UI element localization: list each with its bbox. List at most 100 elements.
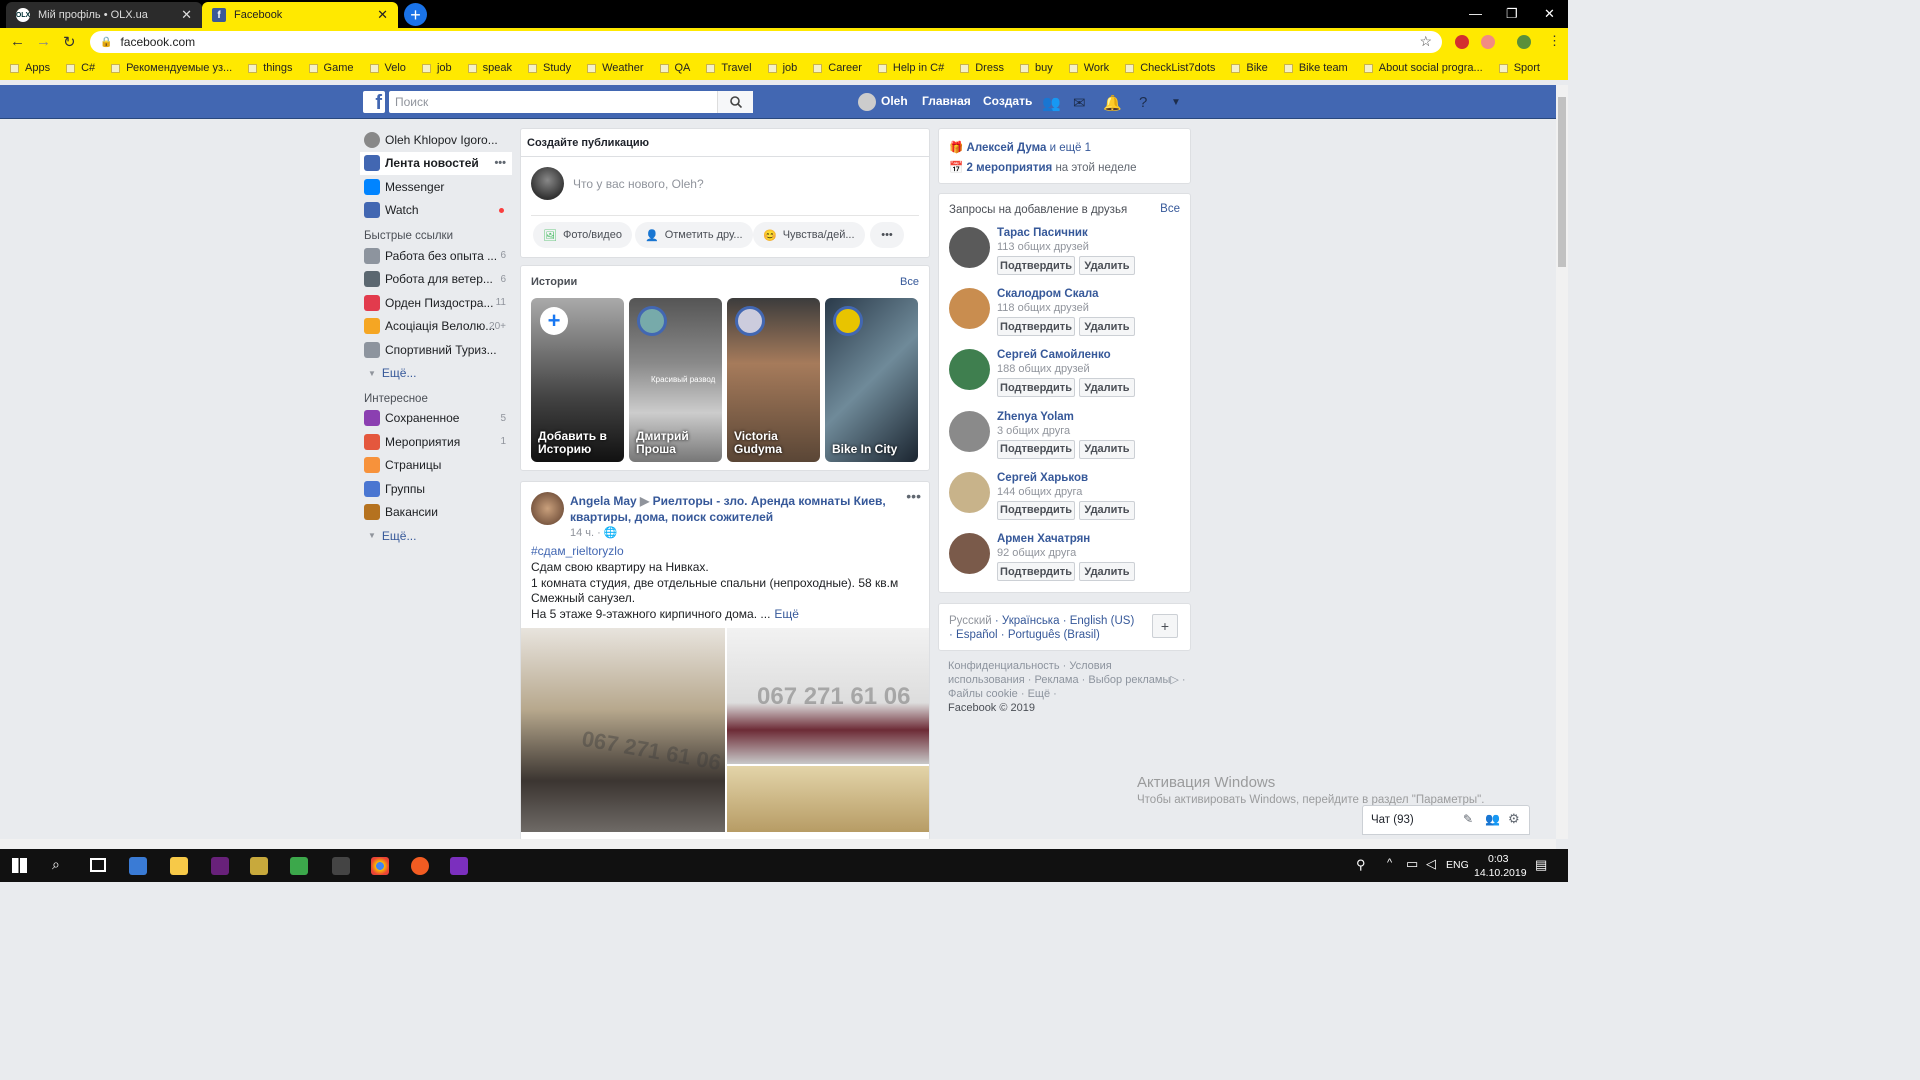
sidebar-item-main-2[interactable]: Watch [360, 199, 512, 223]
close-icon[interactable]: ✕ [377, 7, 388, 23]
bookmark-folder[interactable]: Bike team [1283, 62, 1348, 74]
chat-bar[interactable]: Чат (93) ✎ 👥 ⚙ [1362, 805, 1530, 835]
bookmark-folder[interactable]: job [767, 62, 797, 74]
sidebar-item-explore-0[interactable]: Сохраненное 5 [360, 407, 512, 431]
bookmark-folder[interactable]: C# [66, 62, 95, 74]
confirm-button[interactable]: Подтвердить [997, 562, 1075, 581]
facebook-logo[interactable]: f [363, 91, 385, 113]
avatar[interactable] [949, 533, 990, 574]
add-language-button[interactable]: + [1152, 614, 1178, 638]
maximize-icon[interactable]: ❐ [1506, 6, 1518, 22]
see-more-link[interactable]: Ещё [774, 607, 799, 621]
avatar[interactable] [949, 410, 990, 452]
close-icon[interactable]: ✕ [181, 7, 192, 23]
sidebar-item-main-1[interactable]: Messenger [360, 175, 512, 199]
delete-button[interactable]: Удалить [1079, 562, 1135, 581]
visual-studio-icon[interactable] [211, 857, 229, 875]
delete-button[interactable]: Удалить [1079, 378, 1135, 398]
sidebar-item-shortcut-3[interactable]: Асоціація Велолю... 20+ [360, 315, 512, 339]
file-explorer-icon[interactable] [170, 857, 188, 875]
friend-name[interactable]: Скалодром Скала [997, 288, 1099, 300]
lang-option[interactable]: English (US) [1070, 615, 1135, 627]
bookmark-folder[interactable]: Dress [960, 62, 1004, 74]
bookmark-folder[interactable]: job [421, 62, 452, 74]
search-icon[interactable]: ⌕ [52, 856, 60, 873]
lang-option[interactable]: Українська [1002, 615, 1060, 627]
group-chat-icon[interactable]: 👥 [1485, 812, 1500, 826]
footer-link[interactable]: Реклама [1034, 674, 1078, 686]
bookmark-folder[interactable]: Velo [369, 62, 406, 74]
sidebar-item-explore-2[interactable]: Страницы [360, 454, 512, 478]
app-icon[interactable] [290, 857, 308, 875]
minimize-icon[interactable]: — [1469, 6, 1482, 21]
compose-icon[interactable]: ✎ [1463, 812, 1473, 826]
chevron-up-icon[interactable]: ^ [1387, 857, 1392, 869]
friend-requests-all-link[interactable]: Все [1160, 203, 1180, 215]
bookmark-folder[interactable]: things [248, 62, 293, 74]
bookmark-folder[interactable]: Bike [1231, 62, 1268, 74]
post-photo[interactable] [727, 766, 929, 832]
delete-button[interactable]: Удалить [1079, 256, 1135, 275]
bookmark-folder[interactable]: Career [813, 62, 862, 74]
app-icon[interactable] [450, 857, 468, 875]
post-photo[interactable]: 067 271 61 06 [521, 628, 725, 832]
bookmark-folder[interactable]: QA [659, 62, 690, 74]
delete-button[interactable]: Удалить [1079, 500, 1135, 520]
confirm-button[interactable]: Подтвердить [997, 439, 1075, 459]
bookmark-folder[interactable]: buy [1019, 62, 1053, 74]
sidebar-item-shortcut-1[interactable]: Робота для ветер... 6 [360, 268, 512, 292]
confirm-button[interactable]: Подтвердить [997, 378, 1075, 398]
delete-button[interactable]: Удалить [1079, 317, 1135, 337]
bookmark-folder[interactable]: Travel [706, 62, 752, 74]
story-item[interactable]: Красивый развод Дмитрий Проша [629, 298, 722, 462]
profile-avatar[interactable] [1517, 35, 1531, 49]
sidebar-item-explore-3[interactable]: Группы [360, 477, 512, 501]
volume-icon[interactable]: ◁ [1426, 856, 1436, 872]
stories-all-link[interactable]: Все [900, 276, 919, 288]
page-scrollbar[interactable] [1556, 85, 1568, 839]
bookmark-folder[interactable]: speak [467, 62, 512, 74]
friend-name[interactable]: Армен Хачатрян [997, 533, 1090, 545]
forward-icon[interactable]: → [36, 33, 51, 50]
tab-olx[interactable]: OLX Мій профіль • OLX.ua ✕ [6, 2, 202, 28]
help-icon[interactable]: ? [1139, 94, 1147, 111]
avatar[interactable] [858, 93, 876, 111]
horizontal-scrollbar[interactable] [0, 839, 1556, 849]
create-link[interactable]: Создать [983, 94, 1032, 108]
notifications-icon[interactable]: 🔔 [1103, 94, 1122, 112]
friend-name[interactable]: Сергей Самойленко [997, 349, 1111, 361]
star-icon[interactable]: ☆ [1419, 33, 1432, 50]
avatar[interactable] [949, 288, 990, 330]
post-author[interactable]: Angela May [570, 494, 637, 508]
network-icon[interactable]: ▭ [1406, 856, 1418, 872]
confirm-button[interactable]: Подтвердить [997, 256, 1075, 275]
sidebar-item-shortcut-2[interactable]: Орден Пиздостра... 11 [360, 291, 512, 315]
search-button[interactable] [717, 91, 753, 113]
more-options-icon[interactable]: ••• [494, 157, 506, 169]
apps-bookmark[interactable]: Apps [10, 62, 50, 74]
events-count[interactable]: 2 мероприятия [967, 162, 1053, 174]
bookmark-folder[interactable]: Game [308, 62, 354, 74]
delete-button[interactable]: Удалить [1079, 439, 1135, 459]
bookmark-folder[interactable]: Work [1068, 62, 1109, 74]
chevron-down-icon[interactable]: ▼ [1171, 97, 1181, 108]
friends-icon[interactable]: 👥 [1042, 94, 1061, 112]
lang-option[interactable]: Español [956, 629, 998, 641]
chrome-icon[interactable] [371, 857, 389, 875]
confirm-button[interactable]: Подтвердить [997, 317, 1075, 337]
birthday-name[interactable]: Алексей Дума [967, 142, 1047, 154]
task-view-icon[interactable] [90, 858, 106, 872]
sidebar-item-explore-1[interactable]: Мероприятия 1 [360, 430, 512, 454]
people-icon[interactable]: ⚲ [1356, 857, 1366, 873]
bookmark-folder[interactable]: CheckList7dots [1125, 62, 1215, 74]
footer-link[interactable]: Ещё [1028, 688, 1051, 700]
photo-video-button[interactable]: 🖼 Фото/видео [533, 222, 632, 248]
bookmark-folder[interactable]: Рекомендуемые уз... [111, 62, 232, 74]
birthday-rest[interactable]: и ещё 1 [1050, 142, 1091, 154]
app-icon[interactable] [332, 857, 350, 875]
sidebar-item-shortcut-4[interactable]: Спортивний Туриз... [360, 338, 512, 362]
extension-icon[interactable] [1481, 35, 1495, 49]
avatar[interactable] [949, 471, 990, 513]
sidebar-profile[interactable]: Oleh Khlopov Igoro... [360, 128, 512, 152]
friend-name[interactable]: Zhenya Yolam [997, 411, 1074, 423]
